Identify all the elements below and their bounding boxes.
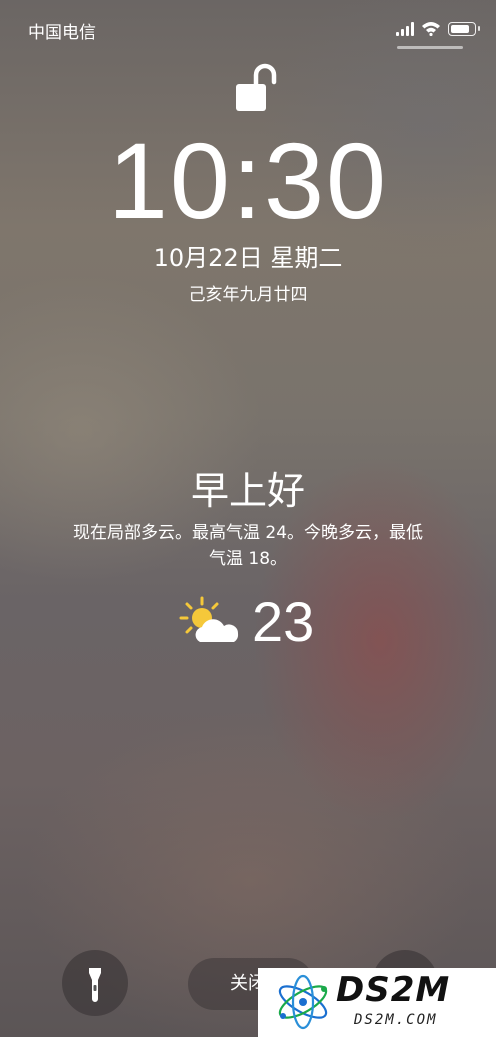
watermark-url: DS2M.COM (354, 1012, 438, 1028)
forecast-line-1: 现在局部多云。最高气温 24。今晚多云，最低 (72, 523, 424, 543)
control-center-indicator[interactable] (397, 46, 463, 49)
flashlight-button[interactable] (62, 950, 128, 1016)
weather-forecast-text: 现在局部多云。最高气温 24。今晚多云，最低 气温 18。 (50, 520, 446, 572)
lunar-date: 己亥年九月廿四 (188, 285, 308, 305)
carrier-name: 中国电信 (28, 23, 96, 43)
watermark: DS2M DS2M.COM (258, 968, 496, 1037)
battery-level (451, 25, 469, 33)
greeting-title: 早上好 (190, 469, 305, 513)
watermark-title: DS2M (336, 970, 451, 1010)
partly-sunny-icon (179, 596, 239, 642)
lock-screen-date: 10月22日 星期二 (153, 244, 343, 272)
status-bar: 中国电信 (0, 0, 496, 60)
unlocked-padlock-icon (236, 63, 277, 111)
forecast-line-2: 气温 18。 (208, 549, 288, 569)
atom-logo-icon (278, 974, 328, 1030)
current-temperature: 23 (252, 590, 315, 653)
flashlight-icon (89, 968, 101, 1002)
wifi-icon (422, 22, 440, 36)
signal-icon (396, 22, 416, 36)
lock-screen-time: 10:30 (107, 120, 389, 241)
battery-icon (448, 22, 480, 36)
